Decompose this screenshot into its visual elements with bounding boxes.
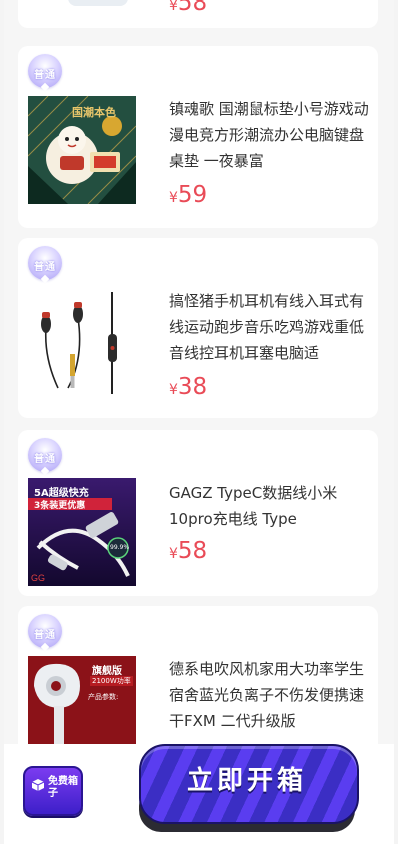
price-amount: 59 xyxy=(177,182,208,208)
price-amount: 58 xyxy=(177,538,208,564)
rarity-badge: 普通 xyxy=(26,614,64,652)
price: ¥58 xyxy=(169,0,207,16)
price-amount: 58 xyxy=(177,0,208,16)
rarity-badge: 普通 xyxy=(26,54,64,92)
mouse-pad-product-image: 国潮本色 xyxy=(28,96,136,204)
open-box-button[interactable]: 立即开箱 xyxy=(139,744,359,834)
image-caption: 旗舰版 xyxy=(92,666,122,677)
free-box-button[interactable]: 免费箱子 xyxy=(23,766,83,816)
product-title: 德系电吹风机家用大功率学生宿舍蓝光负离子不伤发便携速干FXM 二代升级版 xyxy=(169,660,365,730)
image-caption: 99.9% xyxy=(110,544,130,551)
svg-text:GG: GG xyxy=(31,573,45,583)
badge-label: 普通 xyxy=(34,70,56,81)
currency-symbol: ¥ xyxy=(169,546,178,562)
box-icon xyxy=(31,779,45,791)
rarity-badge: 普通 xyxy=(26,246,64,284)
price: ¥38 xyxy=(169,374,207,400)
product-title: 镇魂歌 国潮鼠标垫小号游戏动漫电竞方形潮流办公电脑键盘桌垫 一夜暴富 xyxy=(169,100,369,170)
currency-symbol: ¥ xyxy=(169,0,178,14)
product-card-partial[interactable]: ¥58 xyxy=(18,0,378,28)
image-caption: 2100W功率 xyxy=(90,676,133,686)
product-card[interactable]: 普通 GG 5A超级快充 3条装更优惠 99.9% GAGZ TypeC数据线小… xyxy=(18,430,378,596)
image-caption: 产品参数: xyxy=(88,693,119,701)
earphones-product-image xyxy=(28,288,136,396)
price: ¥58 xyxy=(169,538,207,564)
price: ¥59 xyxy=(169,182,207,208)
currency-symbol: ¥ xyxy=(169,190,178,206)
currency-symbol: ¥ xyxy=(169,382,178,398)
image-caption: 5A超级快充 xyxy=(34,488,89,499)
image-caption: 3条装更优惠 xyxy=(34,501,86,511)
badge-label: 普通 xyxy=(34,262,56,273)
product-title: GAGZ TypeC数据线小米10pro充电线 Type xyxy=(169,484,338,528)
free-box-label: 免费箱子 xyxy=(48,776,78,799)
product-card[interactable]: 普通 搞怪猪手机耳机有线入耳式有线运动跑步音乐吃鸡游戏重低音线控耳机耳塞电脑适 … xyxy=(18,238,378,418)
badge-label: 普通 xyxy=(34,630,56,641)
badge-label: 普通 xyxy=(34,454,56,465)
product-image-partial xyxy=(68,0,128,6)
product-card[interactable]: 普通 国潮本色 镇魂歌 国潮鼠标垫小号游戏动漫电竞方形潮流办公电脑键盘桌垫 一夜… xyxy=(18,46,378,228)
price-amount: 38 xyxy=(177,374,208,400)
usb-cable-product-image: GG 5A超级快充 3条装更优惠 99.9% xyxy=(28,478,136,586)
open-box-label: 立即开箱 xyxy=(186,766,307,796)
product-title: 搞怪猪手机耳机有线入耳式有线运动跑步音乐吃鸡游戏重低音线控耳机耳塞电脑适 xyxy=(169,292,365,362)
screen: ¥58 普通 国潮本色 镇魂歌 国潮鼠标垫小号游戏动漫电竞方形潮流办公电脑键盘桌… xyxy=(4,0,394,844)
image-caption: 国潮本色 xyxy=(72,106,116,119)
rarity-badge: 普通 xyxy=(26,438,64,476)
